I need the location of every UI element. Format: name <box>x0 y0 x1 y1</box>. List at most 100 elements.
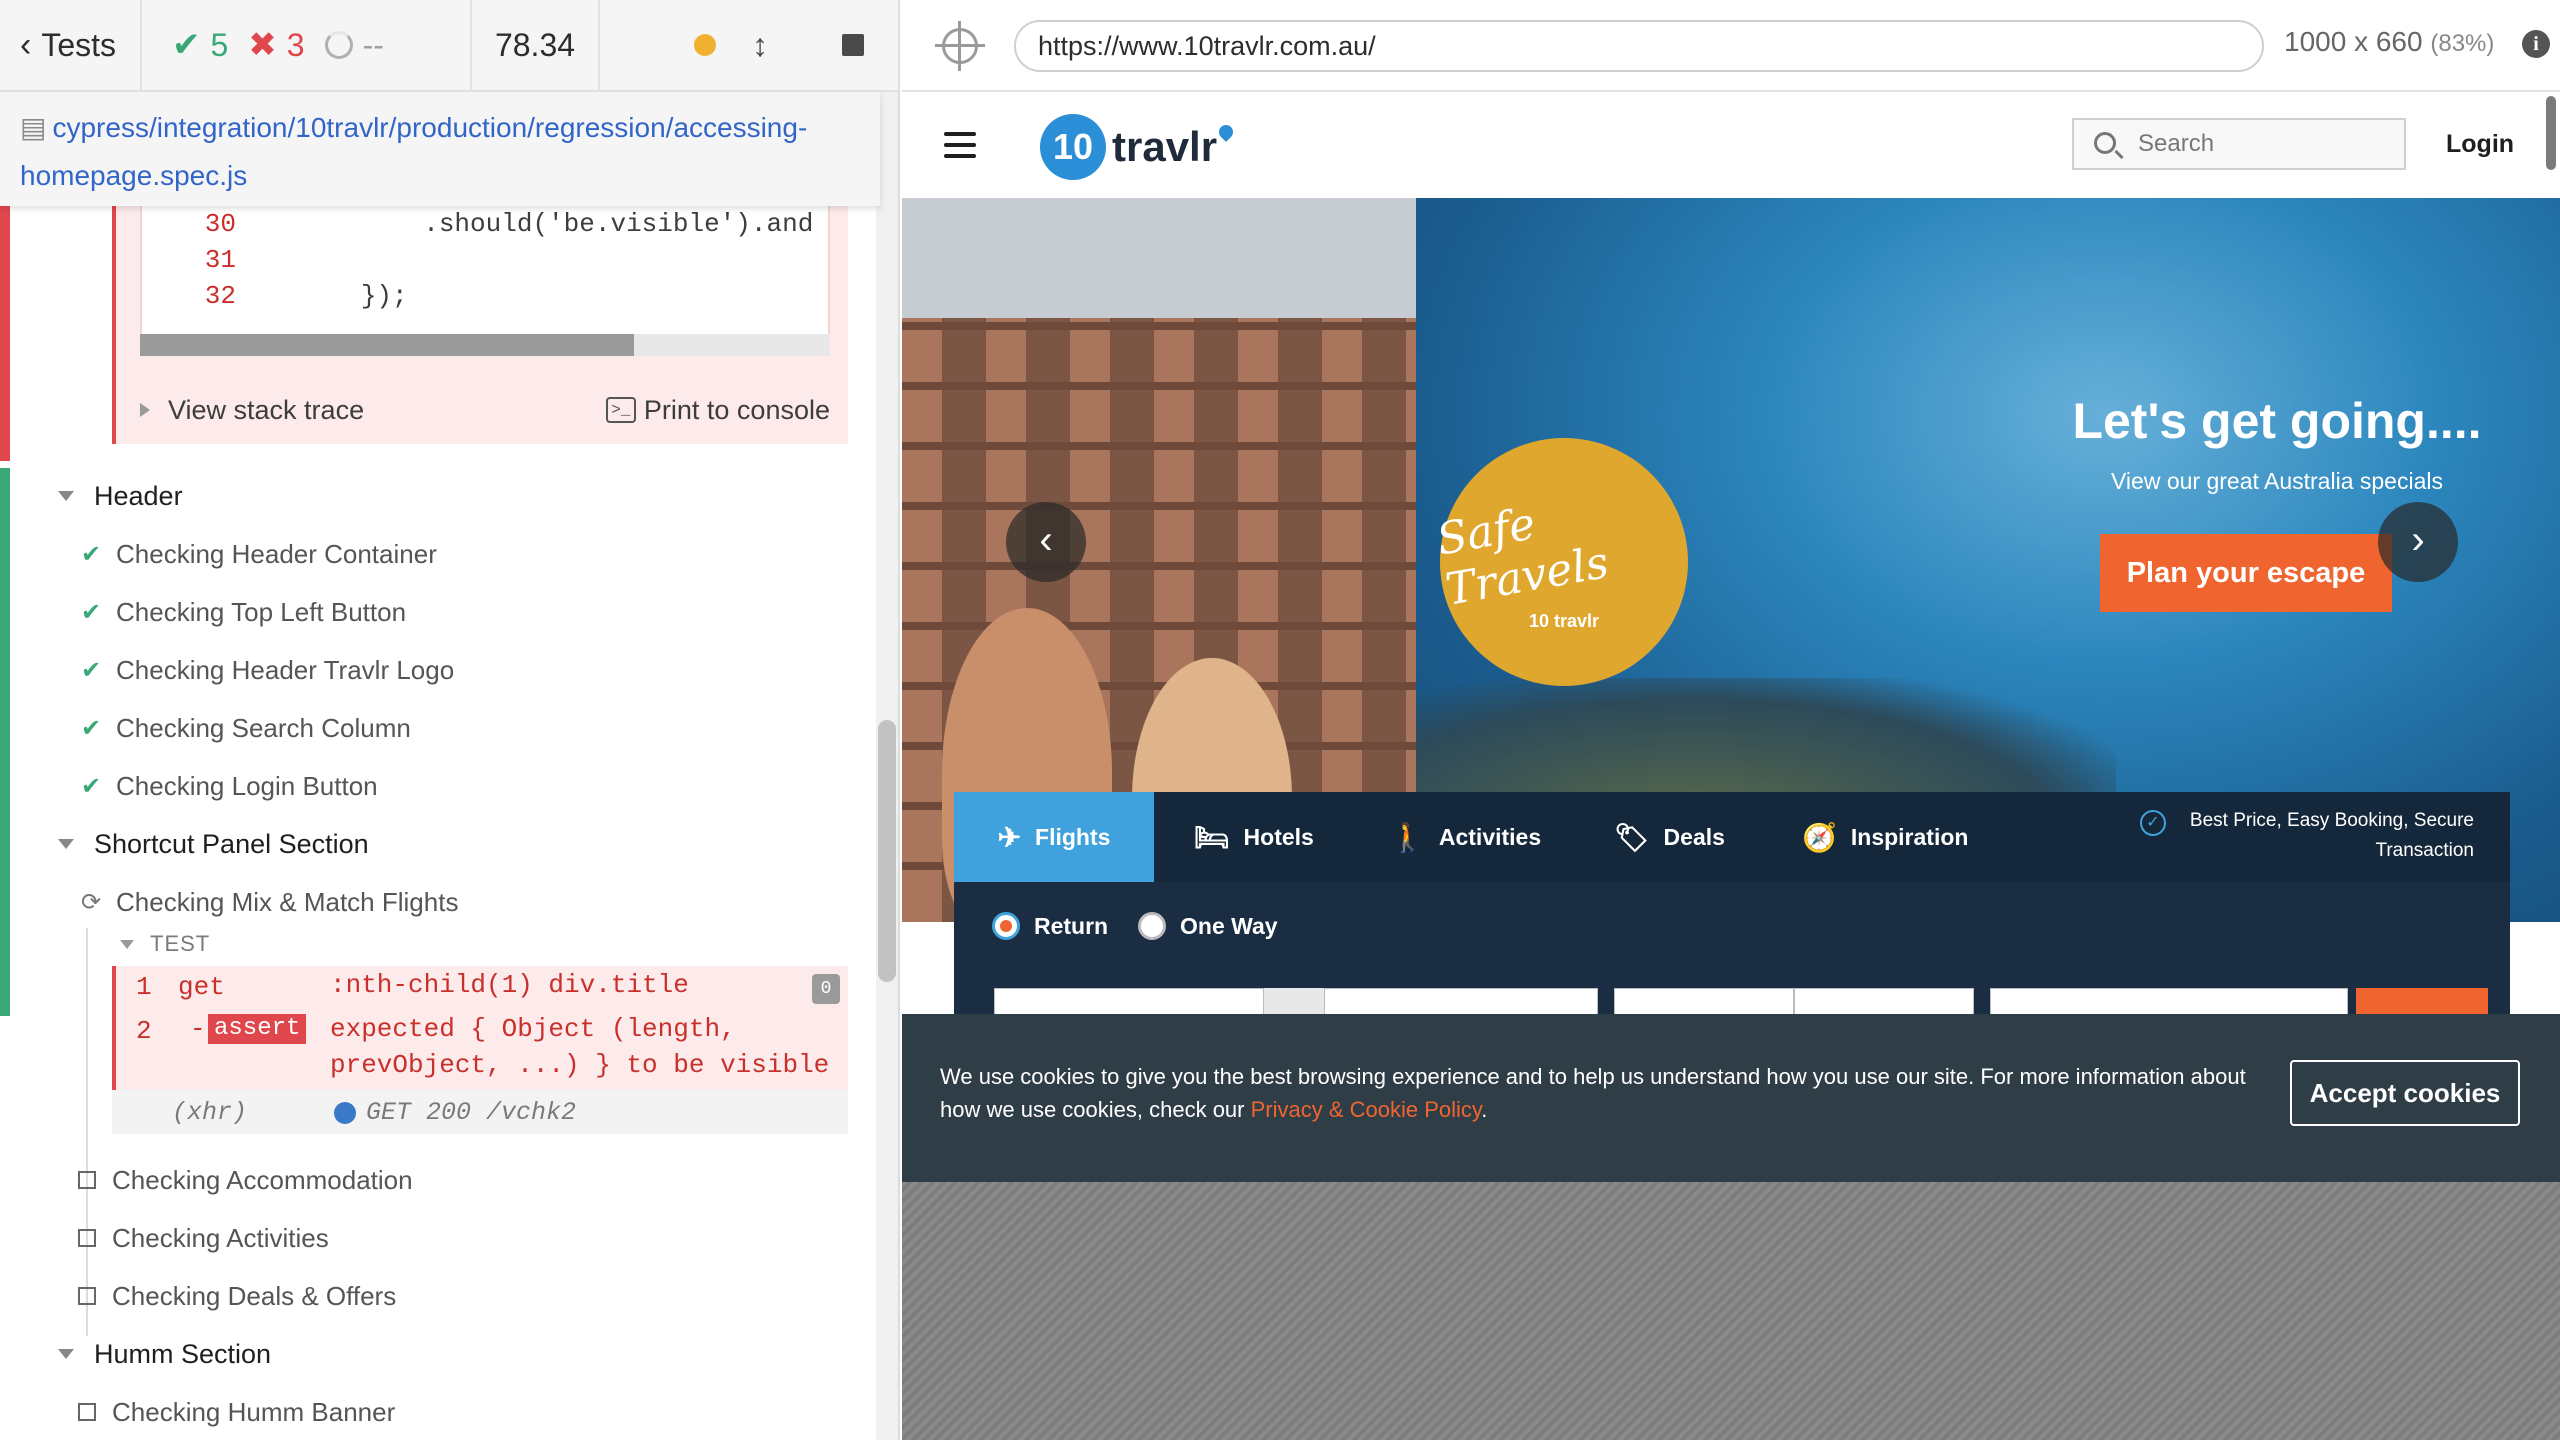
check-icon: ✔ <box>172 26 201 64</box>
aut-background-pattern <box>902 1182 2560 1440</box>
tab-label: Activities <box>1438 823 1542 850</box>
return-date-field[interactable] <box>1794 988 1974 1014</box>
booking-tabs: ✈ Flights 🛏 Hotels 🚶 Activities 🏷 Deals … <box>954 792 2510 882</box>
test-title: Checking Deals & Offers <box>112 1280 397 1311</box>
viewport-info: 1000 x 660 (83%) <box>2284 26 2494 58</box>
auto-scroll-toggle-icon[interactable]: ↕ <box>752 27 768 64</box>
site-search-input[interactable]: Search <box>2072 118 2406 170</box>
travlr-logo[interactable]: 10 travlr <box>1040 112 1236 182</box>
print-to-console-button[interactable]: >_ Print to console <box>605 394 830 426</box>
swap-icon[interactable] <box>1264 988 1324 1014</box>
tests-back-button[interactable]: ‹ Tests <box>0 0 142 90</box>
test-item[interactable]: ✔ Checking Top Left Button <box>78 590 406 634</box>
menu-hamburger-icon[interactable] <box>944 132 976 158</box>
test-item[interactable]: ✔ Checking Login Button <box>78 764 378 808</box>
radio-selected-icon <box>992 912 1020 940</box>
test-item-pending[interactable]: Checking Humm Banner <box>78 1390 395 1434</box>
suite-humm[interactable]: Humm Section <box>58 1332 271 1376</box>
code-frame-scrollbar-thumb[interactable] <box>140 334 634 356</box>
viewport-scale: (83%) <box>2430 30 2495 57</box>
passengers-field[interactable] <box>1990 988 2348 1014</box>
suite-shortcut-panel[interactable]: Shortcut Panel Section <box>58 822 369 866</box>
tag-icon: 🏷 <box>1614 821 1650 853</box>
aut-header: https://www.10travlr.com.au/ 1000 x 660 … <box>902 0 2560 92</box>
promo-line: Best Price, Easy Booking, Secure <box>2189 810 2474 831</box>
from-field[interactable] <box>994 988 1264 1014</box>
test-body-header[interactable]: TEST <box>120 926 210 962</box>
site-scrollbar[interactable] <box>2546 96 2556 170</box>
test-item-running[interactable]: ⟳ Checking Mix & Match Flights <box>78 880 459 924</box>
xhr-command[interactable]: (xhr) GET 200 /vchk2 <box>112 1090 848 1134</box>
test-item-pending[interactable]: Checking Deals & Offers <box>78 1274 396 1318</box>
tab-activities[interactable]: 🚶 Activities <box>1390 792 1541 882</box>
test-title: Checking Accommodation <box>112 1164 413 1195</box>
check-icon: ✔ <box>80 656 102 684</box>
carousel-next-icon[interactable]: › <box>2378 502 2458 582</box>
passed-count: ✔ 5 <box>172 25 228 65</box>
test-item[interactable]: ✔ Checking Header Travlr Logo <box>78 648 454 692</box>
view-stack-trace-button[interactable]: View stack trace <box>140 395 364 426</box>
pending-square-icon <box>78 1287 96 1305</box>
tab-inspiration[interactable]: 🧭 Inspiration <box>1802 792 1968 882</box>
test-item[interactable]: ✔ Checking Header Container <box>78 532 437 576</box>
depart-date-field[interactable] <box>1614 988 1794 1014</box>
file-icon: ▤ <box>20 112 47 143</box>
test-title: Checking Search Column <box>116 712 411 743</box>
caret-right-icon <box>140 403 150 417</box>
trip-type-one-way[interactable]: One Way <box>1138 912 1278 940</box>
suite-header[interactable]: Header <box>58 474 183 518</box>
bed-icon: 🛏 <box>1194 821 1230 853</box>
accept-cookies-button[interactable]: Accept cookies <box>2290 1060 2520 1126</box>
command-name: get <box>178 972 225 1002</box>
failed-command-group[interactable]: 1 get :nth-child(1) div.title 0 2 - asse… <box>112 966 848 1090</box>
safe-travels-badge: Safe Travels 10 travlr <box>1433 438 1688 686</box>
viewport-size: 1000 x 660 <box>2284 26 2423 57</box>
test-section-label: TEST <box>150 931 211 956</box>
chevron-left-icon: ‹ <box>20 25 32 64</box>
carousel-prev-icon[interactable]: ‹ <box>1006 502 1086 582</box>
code-frame-scrollbar[interactable] <box>140 334 830 356</box>
test-item-pending[interactable]: Checking Activities <box>78 1216 329 1260</box>
login-button[interactable]: Login <box>2446 130 2514 159</box>
search-flights-button[interactable] <box>2356 988 2488 1014</box>
print-to-console-label: Print to console <box>643 394 830 425</box>
search-icon <box>2094 132 2116 154</box>
caret-down-icon <box>58 491 74 501</box>
spec-file-path[interactable]: ▤ cypress/integration/10travlr/production… <box>0 92 880 206</box>
reporter-scrollbar-thumb[interactable] <box>878 720 896 982</box>
pending-count: -- <box>324 27 384 64</box>
failed-stripe <box>0 206 10 461</box>
stop-button[interactable] <box>842 34 864 56</box>
trip-type-return[interactable]: Return <box>992 912 1108 940</box>
selector-playground-crosshair-icon[interactable] <box>935 21 985 71</box>
radio-icon <box>1138 912 1166 940</box>
check-icon: ✔ <box>80 772 102 800</box>
walking-icon: 🚶 <box>1390 821 1425 853</box>
booking-promo: Best Price, Easy Booking, Secure Transac… <box>2134 806 2474 866</box>
pending-square-icon <box>78 1403 96 1421</box>
tab-hotels[interactable]: 🛏 Hotels <box>1194 792 1314 882</box>
command-message: expected { Object (length, <box>330 1014 736 1044</box>
plan-your-escape-button[interactable]: Plan your escape <box>2100 534 2392 612</box>
info-icon[interactable]: i <box>2522 30 2550 58</box>
test-title: Checking Humm Banner <box>112 1396 396 1427</box>
to-field[interactable] <box>1324 988 1598 1014</box>
tab-flights[interactable]: ✈ Flights <box>954 792 1154 882</box>
aut-url-bar[interactable]: https://www.10travlr.com.au/ <box>1014 20 2264 72</box>
promo-line: Transaction <box>2375 840 2474 861</box>
suite-title: Header <box>94 480 183 511</box>
test-title: Checking Mix & Match Flights <box>116 886 459 917</box>
test-title: Checking Header Container <box>116 538 437 569</box>
test-item-pending[interactable]: Checking Accommodation <box>78 1158 413 1202</box>
runnable-list: 30 .should('be.visible').and 31 32 }); V… <box>0 206 880 1440</box>
search-placeholder: Search <box>2138 130 2215 157</box>
command-dash: - <box>190 1014 206 1044</box>
radio-label: Return <box>1034 912 1109 939</box>
x-icon: ✖ <box>248 26 277 64</box>
check-icon: ✔ <box>80 714 102 742</box>
test-item[interactable]: ✔ Checking Search Column <box>78 706 411 750</box>
tab-deals[interactable]: 🏷 Deals <box>1614 792 1725 882</box>
privacy-policy-link[interactable]: Privacy & Cookie Policy <box>1251 1097 1482 1122</box>
radio-label: One Way <box>1180 912 1278 939</box>
hero-sky-image <box>902 198 1416 318</box>
